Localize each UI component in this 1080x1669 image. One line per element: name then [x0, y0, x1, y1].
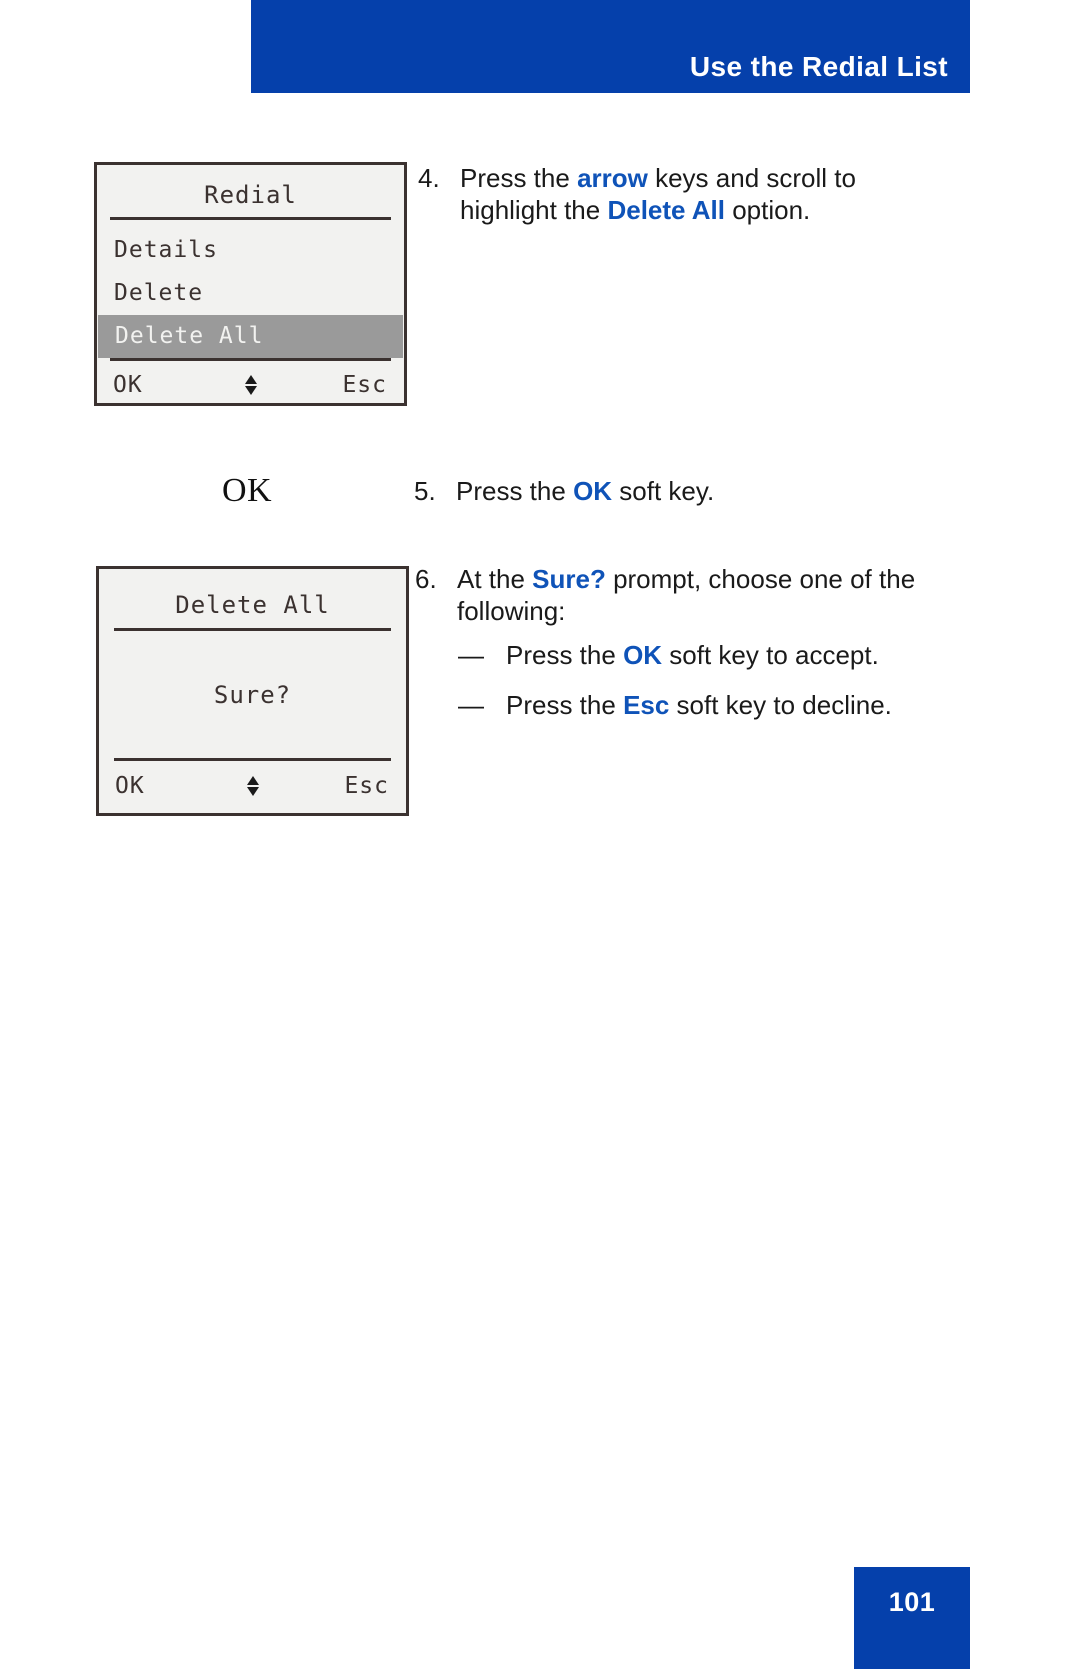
step-text: At the Sure? prompt, choose one of the f… — [457, 564, 960, 627]
page-header-bar: Use the Redial List — [251, 0, 970, 93]
menu-item-details[interactable]: Details — [97, 229, 404, 272]
list-item-emphasis-ok: OK — [623, 640, 663, 670]
phone-screen-delete-all-confirm: Delete All Sure? OK Esc — [96, 566, 409, 816]
em-dash-bullet: — — [458, 640, 484, 670]
softkey-bar: OK Esc — [99, 766, 406, 806]
step-6: 6. At the Sure? prompt, choose one of th… — [415, 564, 960, 627]
softkey-ok[interactable]: OK — [115, 773, 145, 799]
step-text-emphasis-sure: Sure? — [532, 564, 606, 594]
menu-item-delete-all[interactable]: Delete All — [98, 315, 403, 358]
step-5: 5. Press the OK soft key. — [414, 476, 954, 508]
screen-menu-list: Details Delete Delete All — [97, 229, 404, 358]
title-divider — [110, 217, 391, 220]
step-number: 5. — [414, 476, 436, 506]
step-text-emphasis-delete-all: Delete All — [607, 194, 725, 225]
up-down-arrow-icon — [246, 776, 259, 796]
up-down-arrow-icon — [244, 375, 257, 395]
arrow-up-glyph — [246, 776, 259, 785]
title-divider — [114, 628, 391, 631]
screen-title: Redial — [204, 181, 297, 209]
arrow-down-glyph — [244, 386, 257, 395]
page-title: Use the Redial List — [689, 51, 948, 82]
step-6-options-list: — Press the OK soft key to accept. — Pre… — [458, 640, 958, 739]
list-item-text-part: soft key to decline. — [669, 689, 892, 720]
menu-item-label: Details — [114, 237, 218, 263]
list-item-text: Press the OK soft key to accept. — [506, 640, 879, 672]
step-text-part: Press the — [456, 476, 574, 506]
softkey-esc[interactable]: Esc — [344, 773, 389, 799]
confirm-prompt: Sure? — [213, 681, 292, 709]
list-item-accept: — Press the OK soft key to accept. — [458, 640, 958, 672]
ok-key-glyph: OK — [222, 472, 273, 509]
step-text-part: At the — [457, 564, 533, 594]
arrow-down-glyph — [246, 787, 259, 796]
step-text-part: soft key. — [612, 476, 715, 506]
list-item-decline: — Press the Esc soft key to decline. — [458, 690, 958, 722]
step-text-part: option. — [724, 194, 811, 225]
screen-title: Delete All — [175, 591, 330, 619]
softkey-bar: OK Esc — [97, 365, 404, 405]
step-text-part: Press the — [460, 163, 578, 193]
step-text-emphasis-arrow: arrow — [577, 163, 648, 193]
menu-item-label: Delete All — [115, 323, 264, 349]
list-item-emphasis-esc: Esc — [623, 689, 670, 720]
menu-item-delete[interactable]: Delete — [97, 272, 404, 315]
list-item-text-part: Press the — [506, 689, 624, 720]
arrow-up-glyph — [244, 375, 257, 384]
step-text: Press the arrow keys and scroll to highl… — [460, 163, 958, 226]
menu-item-label: Delete — [114, 280, 204, 306]
phone-screen-redial-menu: Redial Details Delete Delete All OK Esc — [94, 162, 407, 406]
list-item-text-part: soft key to accept. — [662, 640, 879, 670]
page-number: 101 — [888, 1587, 936, 1617]
step-number: 4. — [418, 163, 440, 193]
page-footer-box: 101 — [854, 1567, 970, 1669]
softkey-divider — [110, 358, 391, 361]
softkey-ok[interactable]: OK — [113, 372, 143, 398]
softkey-esc[interactable]: Esc — [342, 372, 387, 398]
em-dash-bullet: — — [458, 689, 484, 720]
list-item-text: Press the Esc soft key to decline. — [506, 690, 892, 722]
list-item-text-part: Press the — [506, 640, 624, 670]
step-4: 4. Press the arrow keys and scroll to hi… — [418, 163, 958, 226]
step-text-emphasis-ok: OK — [573, 476, 613, 506]
step-text: Press the OK soft key. — [456, 476, 954, 508]
step-number: 6. — [415, 564, 437, 594]
softkey-divider — [114, 758, 391, 761]
